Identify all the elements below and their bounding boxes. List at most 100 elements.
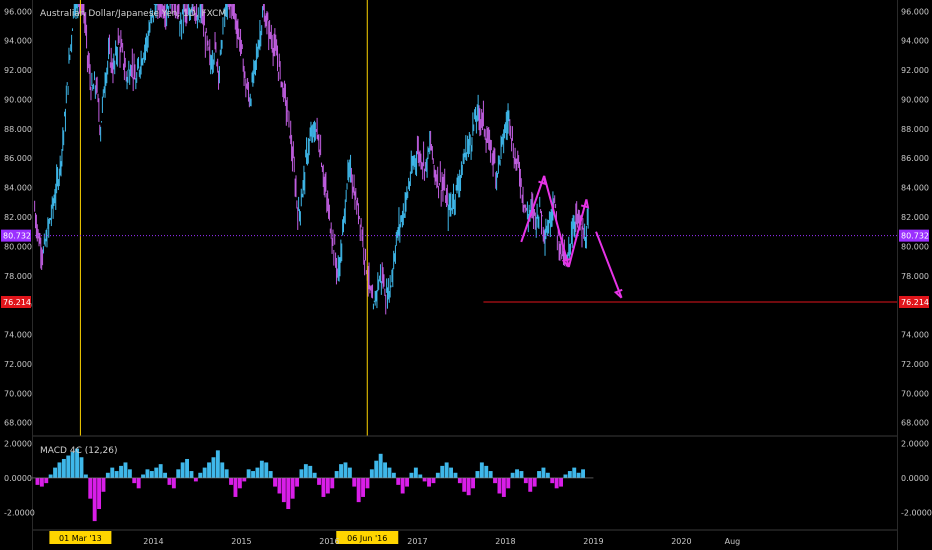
macd-bar [105, 472, 110, 478]
macd-bar [53, 467, 58, 478]
macd-bar [273, 477, 278, 487]
time-tick: 2017 [407, 537, 427, 546]
chart-background [0, 0, 932, 550]
macd-bar [457, 477, 462, 484]
macd-bar [506, 477, 511, 489]
macd-bar [57, 462, 62, 478]
macd-bar [119, 465, 124, 478]
macd-bar [145, 469, 150, 478]
left-price-axis[interactable]: 96.000 94.000 92.000 90.000 88.000 86.000 84.0… [1, 7, 32, 428]
macd-bar [171, 477, 176, 489]
macd-bar [303, 464, 308, 478]
macd-bar [435, 472, 440, 478]
macd-bar [44, 477, 49, 484]
macd-bar [559, 477, 563, 487]
macd-right-tick: 2.0000 [901, 439, 929, 448]
left-price-tick: 88.000 [4, 125, 32, 134]
macd-bar [321, 477, 326, 497]
left-target-price-label: 76.214 [3, 298, 31, 307]
macd-bar [233, 477, 238, 497]
macd-right-tick: 0.0000 [901, 474, 929, 483]
macd-bar [220, 462, 225, 478]
left-price-tick: 86.000 [4, 154, 32, 163]
macd-bar [431, 477, 436, 484]
macd-bar [48, 474, 53, 478]
left-price-tick: 70.000 [4, 389, 32, 398]
macd-bar [246, 469, 251, 478]
macd-bar [167, 477, 172, 485]
right-price-tick: 94.000 [901, 37, 929, 46]
macd-bar [563, 474, 568, 478]
macd-bar [519, 471, 524, 478]
macd-bar [123, 462, 128, 478]
macd-bar [475, 471, 480, 478]
macd-bar [510, 472, 515, 478]
left-price-tick: 80.000 [4, 242, 32, 251]
time-tick: Aug [725, 537, 741, 546]
left-price-tick: 82.000 [4, 213, 32, 222]
macd-bar [290, 477, 295, 499]
chart-root: 01 Mar '13 06 Jun '16 96.00094.00092.0009… [0, 0, 932, 550]
macd-bar [383, 462, 388, 478]
macd-bar [317, 477, 322, 485]
macd-bar [176, 469, 181, 478]
macd-bar [110, 467, 115, 478]
right-price-axis[interactable]: 96.000 94.000 92.000 90.000 88.000 86.000 84.0… [899, 7, 929, 428]
macd-bar [413, 467, 418, 478]
time-tick: 2015 [231, 537, 251, 546]
macd-bar [471, 477, 475, 489]
macd-bar [545, 472, 550, 478]
macd-bar [409, 472, 414, 478]
macd-bar [286, 477, 291, 510]
macd-bar [418, 474, 423, 478]
macd-bar [387, 467, 392, 478]
left-price-tick: 96.000 [4, 7, 32, 16]
macd-bar [189, 471, 194, 478]
macd-left-tick: -2.0000 [4, 508, 35, 517]
macd-bar [66, 455, 71, 478]
macd-bar [361, 477, 366, 497]
right-price-tick: 80.000 [901, 242, 929, 251]
macd-bar [369, 469, 374, 478]
macd-bar [405, 477, 410, 487]
time-tick: 2016 [319, 537, 339, 546]
left-current-price-label: 80.732 [3, 232, 31, 241]
right-target-price-label: 76.214 [901, 298, 929, 307]
right-price-tick: 78.000 [901, 272, 929, 281]
macd-bar [422, 477, 427, 482]
macd-left-tick: 0.0000 [4, 474, 32, 483]
left-price-tick: 92.000 [4, 66, 32, 75]
right-price-tick: 72.000 [901, 360, 929, 369]
macd-bar [79, 457, 84, 478]
macd-bar [572, 467, 577, 478]
macd-bar [339, 464, 344, 478]
time-tick: 2018 [495, 537, 515, 546]
right-price-tick: 74.000 [901, 331, 929, 340]
right-price-tick: 88.000 [901, 125, 929, 134]
macd-bar [347, 467, 352, 478]
macd-bar [136, 477, 141, 489]
right-price-tick: 68.000 [901, 419, 929, 428]
macd-bar [242, 477, 247, 482]
macd-bar [537, 471, 541, 478]
macd-bar [479, 462, 484, 478]
macd-bar [277, 477, 282, 494]
macd-bar [449, 467, 454, 478]
macd-bar [400, 477, 405, 494]
macd-bar [427, 477, 432, 487]
macd-bar [251, 471, 256, 478]
macd-bar [237, 477, 242, 489]
macd-bar [264, 462, 269, 478]
vertical-marker-label: 06 Jun '16 [347, 534, 387, 543]
right-current-price-label: 80.732 [901, 232, 929, 241]
left-price-tick: 94.000 [4, 37, 32, 46]
macd-bar [325, 477, 330, 494]
macd-bar [356, 477, 361, 503]
macd-bar [193, 477, 198, 482]
macd-bar [158, 464, 163, 478]
macd-bar [198, 472, 203, 478]
macd-bar [211, 457, 216, 478]
left-price-tick: 90.000 [4, 95, 32, 104]
macd-bar [576, 472, 581, 478]
macd-bar [259, 460, 264, 478]
